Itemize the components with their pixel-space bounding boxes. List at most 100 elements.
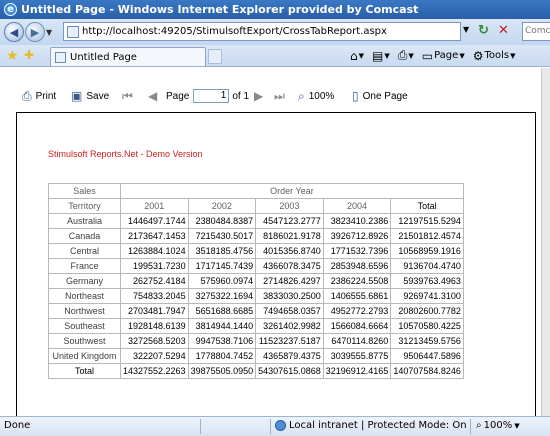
floppy-disk-icon: ▣ xyxy=(71,89,83,103)
one-page-button[interactable]: ▯ One Page xyxy=(352,88,408,104)
value-cell: 5651688.6685 xyxy=(187,303,257,319)
page-view-icon: ▯ xyxy=(352,89,359,103)
next-page-icon: ▶ xyxy=(254,89,264,103)
security-zone[interactable]: Local intranet | Protected Mode: On xyxy=(275,420,467,431)
totals-row: Total 14327552.2263 39875505.0950 54307615.… xyxy=(48,363,464,379)
territory-cell: Central xyxy=(48,243,121,259)
magnifier-icon: ⌕ xyxy=(298,88,305,103)
zoom-control[interactable]: ⌕ 100% ▼ xyxy=(476,420,520,431)
value-cell: 3833030.2500 xyxy=(255,288,324,304)
value-cell: 1263884.1024 xyxy=(120,243,189,259)
print-icon[interactable]: ⎙ xyxy=(398,48,408,63)
value-cell: 3926712.8926 xyxy=(322,228,392,244)
new-tab-button[interactable] xyxy=(208,49,222,64)
stop-icon[interactable]: ✕ xyxy=(498,23,514,39)
forward-button[interactable]: ▶ xyxy=(25,22,45,42)
last-page-button[interactable]: ⏭ xyxy=(274,88,289,104)
page-count-label: of 1 xyxy=(232,90,250,102)
back-button[interactable]: ◀ xyxy=(4,22,24,42)
value-cell: 3823410.2386 xyxy=(322,213,392,229)
url-dropdown-icon[interactable]: ▼ xyxy=(463,25,469,34)
value-cell: 3261402.9982 xyxy=(255,318,324,334)
vertical-scrollbar[interactable] xyxy=(541,68,550,416)
corner-header: Sales xyxy=(48,183,121,199)
feeds-dropdown-icon[interactable]: ▼ xyxy=(384,52,389,60)
value-cell: 3275322.1694 xyxy=(187,288,257,304)
status-text: Done xyxy=(4,420,31,431)
page-content: ⎙ Print ▣ Save ⏮ ◀ Page 1 of 1 ▶ ⏭ ⌕ 100… xyxy=(0,68,550,422)
order-year-header: Order Year xyxy=(120,183,464,199)
total-cell: 39875505.0950 xyxy=(187,363,257,379)
row-total-cell: 9506447.5896 xyxy=(390,348,464,364)
ie-logo-icon: e xyxy=(4,3,17,16)
column-header: 2004 xyxy=(322,198,392,214)
status-divider xyxy=(470,419,471,434)
table-row: Northwest 2703481.7947 5651688.6685 7494658… xyxy=(48,303,464,319)
save-button[interactable]: ▣ Save xyxy=(71,88,109,104)
territory-cell: Germany xyxy=(48,273,121,289)
value-cell: 262752.4184 xyxy=(120,273,189,289)
value-cell: 6470114.8260 xyxy=(322,333,392,349)
home-dropdown-icon[interactable]: ▼ xyxy=(359,52,364,60)
page-number-input[interactable]: 1 xyxy=(193,89,230,103)
value-cell: 7494658.0357 xyxy=(255,303,324,319)
value-cell: 1406555.6861 xyxy=(322,288,392,304)
tools-menu[interactable]: Tools xyxy=(484,50,509,61)
table-row: Canada 2173647.1453 7215430.5017 8186021.91… xyxy=(48,228,464,244)
territory-cell: Australia xyxy=(48,213,121,229)
tools-menu-dropdown-icon[interactable]: ▼ xyxy=(510,52,515,60)
page-icon xyxy=(55,51,66,63)
page-navigator: Page 1 of 1 xyxy=(166,88,249,104)
total-cell: 54307615.0868 xyxy=(255,363,324,379)
refresh-icon[interactable]: ↻ xyxy=(478,23,494,39)
value-cell: 3814944.1440 xyxy=(187,318,257,334)
table-row: Northeast 754833.2045 3275322.1694 3833030.… xyxy=(48,288,464,304)
value-cell: 1717145.7439 xyxy=(187,258,257,274)
next-page-button[interactable]: ▶ xyxy=(254,88,267,104)
favorites-star-icon[interactable]: ★ xyxy=(6,48,19,64)
row-total-cell: 9269741.3100 xyxy=(390,288,464,304)
page-menu-icon: ▭ xyxy=(421,48,434,63)
status-bar: Done Local intranet | Protected Mode: On… xyxy=(0,416,550,436)
page-menu-dropdown-icon[interactable]: ▼ xyxy=(459,52,464,60)
tab-untitled-page[interactable]: Untitled Page xyxy=(50,47,206,66)
report-page: Stimulsoft Reports.Net - Demo Version Sa… xyxy=(16,112,536,422)
territory-cell: France xyxy=(48,258,121,274)
print-dropdown-icon[interactable]: ▼ xyxy=(408,52,413,60)
title-bar: e Untitled Page - Windows Internet Explo… xyxy=(0,0,550,19)
value-cell: 7215430.5017 xyxy=(187,228,257,244)
total-cell: 140707584.8246 xyxy=(390,363,464,379)
total-label-cell: Total xyxy=(48,363,121,379)
value-cell: 1446497.1744 xyxy=(120,213,189,229)
zoom-dropdown-icon: ▼ xyxy=(514,421,520,430)
first-page-button[interactable]: ⏮ xyxy=(122,88,137,104)
value-cell: 2386224.5508 xyxy=(322,273,392,289)
value-cell: 11523237.5187 xyxy=(255,333,324,349)
row-total-cell: 20802600.7782 xyxy=(390,303,464,319)
print-button[interactable]: ⎙ Print xyxy=(22,88,56,104)
home-icon[interactable]: ⌂ xyxy=(350,49,358,63)
row-total-cell: 5939763.4963 xyxy=(390,273,464,289)
zoom-button[interactable]: ⌕ 100% xyxy=(298,88,334,104)
page-menu[interactable]: Page xyxy=(434,50,458,61)
recent-pages-dropdown-icon[interactable]: ▼ xyxy=(46,28,54,37)
window-title: Untitled Page - Windows Internet Explore… xyxy=(21,3,419,16)
url-field[interactable]: http://localhost:49205/StimulsoftExport/… xyxy=(63,22,461,41)
territory-header: Territory xyxy=(48,198,121,214)
territory-cell: Northwest xyxy=(48,303,121,319)
territory-cell: Canada xyxy=(48,228,121,244)
viewer-toolbar: ⎙ Print ▣ Save ⏮ ◀ Page 1 of 1 ▶ ⏭ ⌕ 100… xyxy=(0,86,550,106)
territory-cell: Southeast xyxy=(48,318,121,334)
table-row: France 199531.7230 1717145.7439 4366078.347… xyxy=(48,258,464,274)
search-input[interactable]: Comcast xyxy=(522,22,550,41)
row-total-cell: 12197515.5294 xyxy=(390,213,464,229)
previous-page-button[interactable]: ◀ xyxy=(148,88,161,104)
value-cell: 1771532.7396 xyxy=(322,243,392,259)
printer-icon: ⎙ xyxy=(22,88,32,103)
value-cell: 4365879.4375 xyxy=(255,348,324,364)
table-row: Central 1263884.1024 3518185.4756 4015356.8… xyxy=(48,243,464,259)
feeds-icon[interactable]: ▤ xyxy=(372,49,383,63)
add-favorites-icon[interactable]: ✚ xyxy=(24,48,34,62)
zoom-icon: ⌕ xyxy=(476,420,482,431)
page-label: Page xyxy=(166,90,190,102)
